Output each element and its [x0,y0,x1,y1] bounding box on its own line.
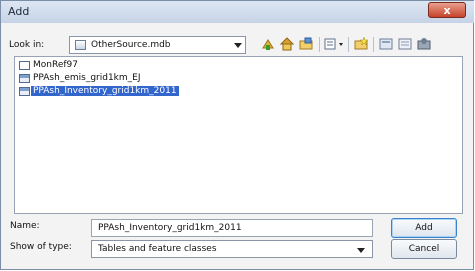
name-label: Name: [10,221,40,231]
toolbar-separator [319,37,320,52]
chevron-down-icon [357,248,365,253]
list-item-label: PPAsh_emis_grid1km_EJ [33,73,141,83]
name-field[interactable]: PPAsh_Inventory_grid1km_2011 [91,219,373,237]
new-folder-icon[interactable] [353,36,369,52]
connect-folder-icon[interactable] [298,36,314,52]
add-button[interactable]: Add [391,218,457,238]
toolbar-separator [373,37,374,52]
show-type-label: Show of type: [10,242,72,252]
dialog-body: Look in: OtherSource.mdb MonRef97 PPAsh_… [2,23,473,269]
close-icon: x [443,4,451,17]
chevron-down-icon [234,43,242,48]
catalog-icon[interactable] [378,36,394,52]
name-value: PPAsh_Inventory_grid1km_2011 [98,223,242,233]
show-type-value: Tables and feature classes [98,244,217,254]
file-list[interactable]: MonRef97 PPAsh_emis_grid1km_EJ PPAsh_Inv… [14,56,463,214]
toolbox-icon[interactable] [416,36,432,52]
toolbar-separator [348,37,349,52]
view-menu-icon[interactable] [324,36,343,52]
properties-icon[interactable] [397,36,413,52]
look-in-label: Look in: [9,40,45,50]
home-icon[interactable] [279,36,295,52]
look-in-combo[interactable]: OtherSource.mdb [69,36,246,54]
list-item-label: MonRef97 [33,60,78,70]
feature-dataset-icon [19,61,30,70]
table-icon [19,87,30,96]
window-title: Add [8,5,30,18]
table-icon [19,74,30,83]
look-in-value: OtherSource.mdb [91,40,171,50]
list-item-label: PPAsh_Inventory_grid1km_2011 [31,86,179,96]
go-up-icon[interactable] [260,36,276,52]
show-type-combo[interactable]: Tables and feature classes [91,240,373,258]
title-bar[interactable]: Add x [1,1,474,23]
add-dialog: Add x Look in: OtherSource.mdb MonRef97 … [0,0,474,270]
close-button[interactable]: x [428,2,466,18]
cancel-button[interactable]: Cancel [391,239,457,259]
database-icon [75,40,86,50]
